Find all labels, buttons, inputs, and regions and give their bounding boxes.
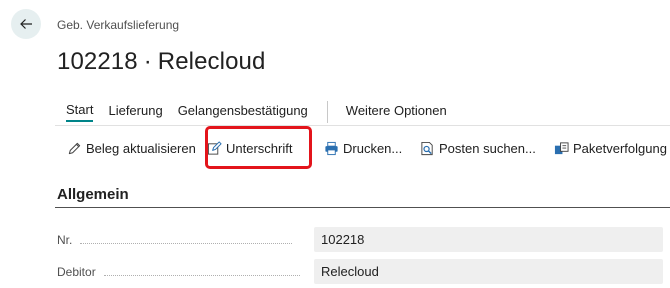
tab-weitere-optionen[interactable]: Weitere Optionen [346, 103, 447, 121]
tab-divider [326, 101, 328, 123]
field-label-nr-text: Nr. [57, 233, 73, 247]
field-label-nr: Nr. [57, 233, 293, 247]
pencil-icon [68, 142, 81, 154]
package-tracking-button[interactable]: Paketverfolgung [554, 133, 670, 163]
update-document-button[interactable]: Beleg aktualisieren [67, 133, 207, 163]
arrow-left-icon [20, 19, 32, 29]
section-title: Allgemein [57, 186, 129, 203]
highlight-box [205, 126, 312, 169]
action-bar: Beleg aktualisieren Unterschrift Drucken… [67, 133, 670, 163]
tab-start[interactable]: Start [66, 102, 94, 122]
title-separator: · [143, 48, 152, 75]
section-divider [55, 207, 670, 208]
update-document-label: Beleg aktualisieren [86, 140, 196, 156]
print-button[interactable]: Drucken... [324, 133, 420, 163]
printer-icon [325, 141, 338, 155]
field-label-debitor-text: Debitor [57, 265, 96, 279]
action-tabs: Start Lieferung Gelangensbestätigung Wei… [66, 101, 462, 123]
search-document-icon [421, 141, 433, 155]
field-label-debitor: Debitor [57, 265, 300, 279]
dotted-leader [103, 274, 300, 276]
package-tracking-label: Paketverfolgung [573, 140, 667, 156]
package-tracking-icon [554, 141, 569, 154]
customer-name: Relecloud [157, 48, 266, 75]
field-value-debitor[interactable]: Relecloud [314, 259, 663, 284]
breadcrumb: Geb. Verkaufslieferung [57, 18, 180, 32]
page-title: 102218 · Relecloud [57, 48, 265, 76]
toolbar-divider [55, 125, 670, 126]
tab-lieferung[interactable]: Lieferung [108, 103, 162, 121]
dotted-leader [80, 242, 293, 244]
tab-gelangensbestaetigung[interactable]: Gelangensbestätigung [178, 103, 308, 121]
document-number: 102218 [57, 48, 138, 75]
find-entries-button[interactable]: Posten suchen... [420, 133, 554, 163]
find-entries-label: Posten suchen... [439, 140, 536, 156]
field-value-nr[interactable]: 102218 [314, 227, 663, 252]
print-label: Drucken... [343, 140, 403, 156]
back-button[interactable] [11, 9, 41, 39]
